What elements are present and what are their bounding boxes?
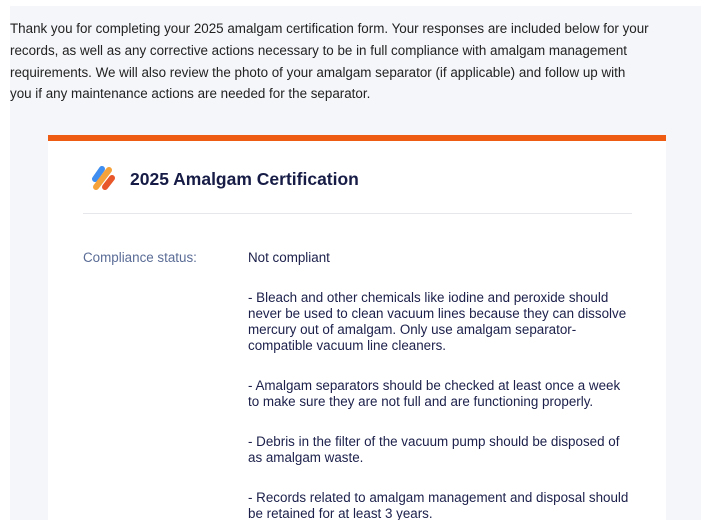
- card-title: 2025 Amalgam Certification: [130, 169, 359, 189]
- action-line: never be used to clean vacuum lines beca…: [248, 306, 627, 321]
- brand-stripes-icon: [92, 166, 115, 190]
- intro-line: Thank you for completing your 2025 amalg…: [10, 21, 649, 36]
- corrective-action-item: - Bleach and other chemicals like iodine…: [248, 290, 638, 354]
- action-line: compatible vacuum line cleaners.: [248, 338, 446, 353]
- card-accent-bar: [48, 135, 666, 141]
- intro-paragraph: Thank you for completing your 2025 amalg…: [10, 18, 701, 105]
- action-line: - Debris in the filter of the vacuum pum…: [248, 434, 620, 449]
- action-line: - Bleach and other chemicals like iodine…: [248, 290, 609, 305]
- intro-line: records, as well as any corrective actio…: [10, 42, 627, 58]
- corrective-action-item: - Debris in the filter of the vacuum pum…: [248, 434, 638, 466]
- action-line: - Amalgam separators should be checked a…: [248, 378, 621, 393]
- action-line: as amalgam waste.: [248, 450, 364, 465]
- action-line: mercury out of amalgam. Only use amalgam…: [248, 322, 577, 337]
- intro-line: requirements. We will also review the ph…: [10, 64, 626, 80]
- compliance-status-label: Compliance status:: [83, 250, 197, 265]
- action-line: to make sure they are not full and are f…: [248, 394, 594, 409]
- title-divider: [83, 213, 632, 214]
- corrective-action-item: - Records related to amalgam management …: [248, 490, 638, 520]
- action-line: - Records related to amalgam management …: [248, 490, 629, 505]
- intro-line: you if any maintenance actions are neede…: [10, 86, 371, 102]
- action-line: be retained for at least 3 years.: [248, 506, 433, 520]
- certification-card: 2025 Amalgam Certification Compliance st…: [48, 135, 666, 520]
- corrective-action-item: - Amalgam separators should be checked a…: [248, 378, 638, 410]
- compliance-status-value: Not compliant: [248, 250, 330, 265]
